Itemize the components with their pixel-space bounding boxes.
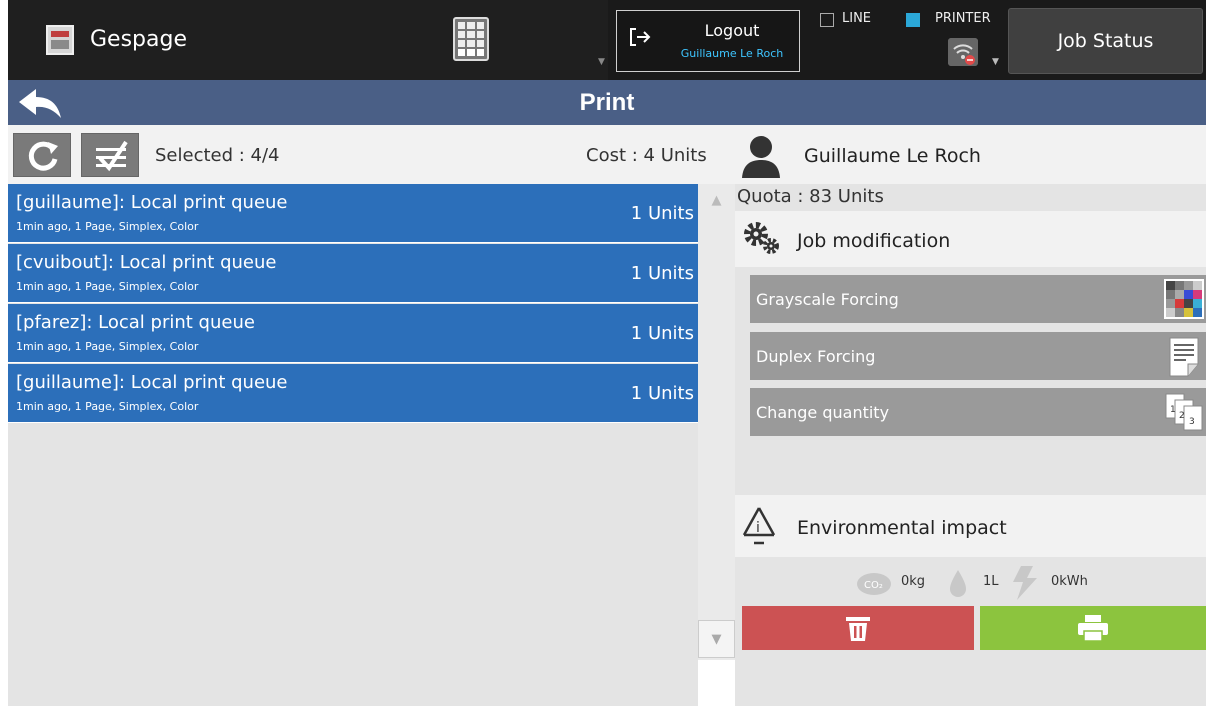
gespage-logo-icon [46, 25, 74, 55]
line-status-checkbox [820, 13, 834, 27]
total-cost: Cost : 4 Units [586, 145, 707, 166]
chevron-down-icon: ▼ [598, 57, 605, 67]
printer-icon [1078, 615, 1108, 642]
list-item[interactable]: [pfarez]: Local print queue 1min ago, 1 … [8, 304, 698, 363]
change-quantity-button[interactable]: Change quantity 1 2 3 [750, 388, 1206, 436]
job-options-panel: Quota : 83 Units Job modification Graysc… [735, 184, 1206, 706]
page-title: Print [579, 89, 635, 116]
job-list: [guillaume]: Local print queue 1min ago,… [8, 184, 698, 706]
scroll-down-icon[interactable]: ▼ [698, 620, 735, 658]
recycle-icon: i [742, 507, 776, 545]
job-cost: 1 Units [630, 383, 694, 404]
lightning-icon [1013, 566, 1037, 600]
co2-value: 0kg [901, 574, 926, 589]
grayscale-icon [1164, 279, 1204, 319]
svg-text:2: 2 [1179, 411, 1185, 421]
svg-text:1: 1 [1170, 405, 1176, 415]
logout-icon [630, 28, 651, 46]
gear-icon [744, 222, 779, 254]
quantity-icon: 1 2 3 [1165, 393, 1203, 431]
co2-icon: CO₂ [857, 573, 891, 595]
title-bar: Print [8, 80, 1206, 125]
print-job-button[interactable] [980, 606, 1206, 650]
job-details: 1min ago, 1 Page, Simplex, Color [16, 280, 199, 293]
list-item[interactable]: [guillaume]: Local print queue 1min ago,… [8, 184, 698, 243]
job-modification-header: Job modification [735, 211, 1206, 267]
environmental-impact-header: i Environmental impact [735, 495, 1206, 557]
job-status-button[interactable]: Job Status [1008, 8, 1203, 74]
water-value: 1L [983, 574, 999, 589]
top-bar: Gespage ▼ Logout Guillaume Le Roch LINE … [8, 0, 1206, 80]
grayscale-forcing-button[interactable]: Grayscale Forcing [750, 275, 1206, 323]
chevron-down-icon: ▼ [992, 57, 999, 67]
duplex-icon [1169, 337, 1199, 377]
logout-button[interactable]: Logout Guillaume Le Roch [616, 10, 800, 72]
selected-count: Selected : 4/4 [155, 145, 280, 166]
job-cost: 1 Units [630, 323, 694, 344]
trash-icon [846, 617, 870, 641]
refresh-button[interactable] [13, 133, 71, 177]
logged-in-user: Guillaume Le Roch [680, 47, 784, 60]
back-arrow-icon[interactable] [16, 86, 64, 120]
scroll-up-icon[interactable]: ▲ [698, 184, 735, 218]
change-quantity-label: Change quantity [756, 403, 890, 422]
job-title: [guillaume]: Local print queue [16, 192, 288, 213]
duplex-forcing-label: Duplex Forcing [756, 347, 876, 366]
job-list-scrollbar[interactable]: ▲ ▼ [698, 184, 735, 660]
job-toolbar: Selected : 4/4 Cost : 4 Units Guillaume … [8, 125, 1206, 184]
svg-text:3: 3 [1189, 417, 1195, 427]
select-all-icon [96, 140, 128, 172]
list-item[interactable]: [cvuibout]: Local print queue 1min ago, … [8, 244, 698, 303]
logout-label: Logout [704, 21, 760, 40]
job-title: [pfarez]: Local print queue [16, 312, 255, 333]
refresh-icon [28, 141, 58, 171]
job-modification-label: Job modification [797, 230, 951, 252]
svg-text:CO₂: CO₂ [864, 580, 883, 591]
grayscale-forcing-label: Grayscale Forcing [756, 290, 899, 309]
job-cost: 1 Units [630, 203, 694, 224]
energy-value: 0kWh [1051, 574, 1088, 589]
delete-job-button[interactable] [742, 606, 974, 650]
job-title: [guillaume]: Local print queue [16, 372, 288, 393]
line-status-label: LINE [842, 11, 872, 26]
svg-text:i: i [756, 520, 760, 536]
wifi-disabled-icon[interactable] [948, 38, 978, 66]
print-screen: Gespage ▼ Logout Guillaume Le Roch LINE … [8, 0, 1206, 706]
duplex-forcing-button[interactable]: Duplex Forcing [750, 332, 1206, 380]
job-title: [cvuibout]: Local print queue [16, 252, 277, 273]
printer-status-label: PRINTER [935, 11, 991, 26]
job-details: 1min ago, 1 Page, Simplex, Color [16, 220, 199, 233]
user-name: Guillaume Le Roch [804, 145, 981, 167]
keypad-icon[interactable] [453, 17, 489, 61]
user-icon [742, 136, 780, 178]
job-cost: 1 Units [630, 263, 694, 284]
quota-text: Quota : 83 Units [737, 186, 884, 207]
water-drop-icon [950, 570, 966, 597]
environmental-stats: CO₂ 0kg 1L 0kWh [855, 566, 1115, 600]
app-title: Gespage [90, 27, 187, 52]
printer-status-checkbox [906, 13, 920, 27]
select-all-button[interactable] [81, 133, 139, 177]
job-details: 1min ago, 1 Page, Simplex, Color [16, 400, 199, 413]
environmental-impact-label: Environmental impact [797, 517, 1007, 539]
list-item[interactable]: [guillaume]: Local print queue 1min ago,… [8, 364, 698, 423]
job-details: 1min ago, 1 Page, Simplex, Color [16, 340, 199, 353]
app-selector[interactable]: Gespage ▼ [8, 0, 608, 80]
